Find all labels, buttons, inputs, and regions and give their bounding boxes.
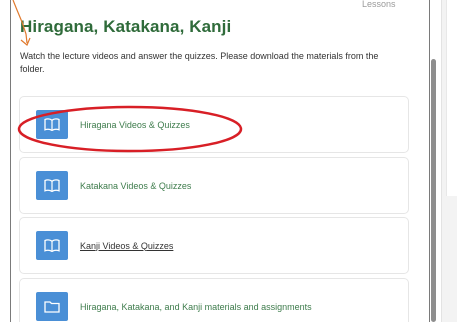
item-label[interactable]: Katakana Videos & Quizzes — [80, 181, 191, 191]
item-label[interactable]: Hiragana Videos & Quizzes — [80, 120, 190, 130]
scrollbar[interactable] — [431, 59, 436, 322]
page-description: Watch the lecture videos and answer the … — [20, 51, 379, 74]
list-item-hiragana[interactable]: Hiragana Videos & Quizzes — [19, 96, 409, 153]
item-label[interactable]: Hiragana, Katakana, and Kanji materials … — [80, 302, 312, 312]
list-item-katakana[interactable]: Katakana Videos & Quizzes — [19, 157, 409, 214]
module-panel: Lessons Hiragana, Katakana, Kanji Watch … — [10, 0, 430, 322]
item-label[interactable]: Kanji Videos & Quizzes — [80, 241, 173, 251]
folder-icon — [36, 292, 68, 321]
book-icon — [36, 171, 68, 200]
lessons-label: Lessons — [362, 0, 396, 9]
book-icon — [36, 231, 68, 260]
page: Lessons Hiragana, Katakana, Kanji Watch … — [0, 0, 457, 322]
page-title: Hiragana, Katakana, Kanji — [20, 17, 232, 36]
book-icon — [36, 110, 68, 139]
list-item-materials[interactable]: Hiragana, Katakana, and Kanji materials … — [19, 278, 409, 322]
list-item-kanji[interactable]: Kanji Videos & Quizzes — [19, 217, 409, 274]
right-card — [446, 0, 457, 196]
